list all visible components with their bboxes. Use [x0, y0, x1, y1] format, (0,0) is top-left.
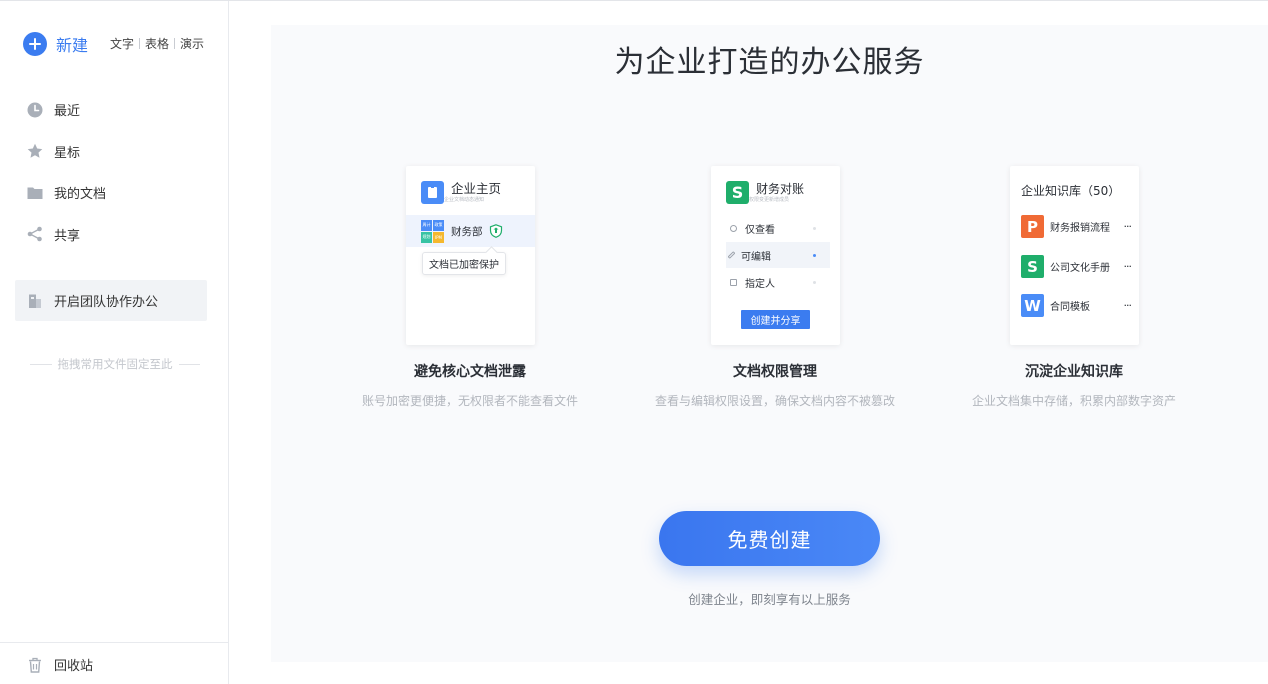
pin-drop-zone: 拖拽常用文件固定至此 — [30, 356, 200, 372]
feature-card-permissions: S 财务对账 权限变更新增成员 仅查看 可编辑 指定人 创建并分享 — [711, 166, 840, 345]
file-name: 公司文化手册 — [1050, 263, 1110, 274]
trash-icon — [27, 657, 43, 673]
department-row: 周计 政策 规划 IPM 财务部 — [406, 215, 535, 247]
radio-dot — [813, 226, 816, 230]
quick-create-sheet[interactable]: 表格 — [145, 35, 169, 52]
divider — [30, 363, 52, 365]
trash-label: 回收站 — [54, 659, 94, 674]
card-header: 企业主页 企业文档动态通知 — [421, 181, 501, 204]
create-and-share-button: 创建并分享 — [741, 310, 810, 329]
cta-subtitle: 创建企业，即刻享有以上服务 — [688, 592, 851, 607]
free-create-button[interactable]: 免费创建 — [659, 511, 880, 566]
knowledge-base-title: 企业知识库（50） — [1021, 184, 1121, 198]
sidebar-item-label: 共享 — [54, 228, 81, 244]
sidebar-nav: 最近 星标 我的文档 共享 — [15, 89, 207, 255]
main-panel: 为企业打造的办公服务 企业主页 企业文档动态通知 周计 政策 规划 IPM 财务… — [271, 25, 1268, 662]
sheet-logo-icon: S — [726, 181, 749, 204]
grid-cell: IPM — [433, 231, 444, 243]
team-label: 开启团队协作办公 — [54, 295, 159, 310]
more-icon: ··· — [1123, 299, 1132, 312]
sidebar-item-starred[interactable]: 星标 — [15, 131, 207, 173]
file-name: 合同模板 — [1050, 302, 1090, 313]
grid-cell: 周计 — [421, 219, 432, 231]
feature-title: 文档权限管理 — [733, 364, 817, 380]
permission-label: 仅查看 — [745, 224, 775, 236]
divider — [178, 363, 200, 365]
quick-create-slides[interactable]: 演示 — [180, 35, 204, 52]
card-title: 财务对账 — [756, 182, 805, 196]
enterprise-logo-icon — [421, 181, 444, 204]
sidebar-item-recent[interactable]: 最近 — [15, 89, 207, 131]
sheet-file-icon: S — [1021, 255, 1044, 278]
permission-view-only: 仅查看 — [726, 215, 830, 241]
sidebar-item-label: 星标 — [54, 145, 81, 161]
permission-specific-people: 指定人 — [726, 269, 830, 295]
feature-description: 账号加密更便捷，无权限者不能查看文件 — [361, 394, 578, 408]
divider — [174, 38, 176, 49]
permission-can-edit: 可编辑 — [726, 242, 830, 268]
radio-dot — [813, 280, 816, 284]
feature-title: 沉淀企业知识库 — [1025, 364, 1123, 380]
divider — [139, 38, 141, 49]
sidebar-item-trash[interactable]: 回收站 — [27, 655, 93, 674]
pin-hint-text: 拖拽常用文件固定至此 — [57, 357, 173, 371]
star-icon — [27, 143, 43, 159]
more-icon: ··· — [1123, 260, 1132, 273]
shield-icon — [489, 224, 502, 238]
grid-cell: 规划 — [421, 231, 432, 243]
sidebar-item-label: 我的文档 — [54, 187, 107, 203]
card-title: 企业主页 — [451, 181, 502, 196]
radio-dot — [813, 253, 816, 257]
list-item: P 财务报销流程 ··· — [1021, 215, 1132, 238]
grid-cell: 政策 — [433, 219, 444, 231]
start-team-collaboration[interactable]: 开启团队协作办公 — [15, 280, 207, 321]
feature-card-knowledge-base: 企业知识库（50） P 财务报销流程 ··· S 公司文化手册 ··· W 合同… — [1010, 166, 1139, 345]
card-header: S 财务对账 权限变更新增成员 — [726, 181, 804, 204]
clock-icon — [27, 102, 43, 118]
list-item: S 公司文化手册 ··· — [1021, 255, 1132, 278]
permission-label: 可编辑 — [741, 251, 771, 263]
eye-icon — [730, 224, 737, 232]
feature-description: 查看与编辑权限设置，确保文档内容不被篡改 — [654, 394, 895, 408]
feature-title: 避免核心文档泄露 — [414, 364, 526, 380]
new-document[interactable]: 新建 — [23, 32, 88, 56]
pencil-icon — [727, 251, 736, 259]
card-subtitle: 企业文档动态通知 — [444, 197, 485, 203]
quick-create-text[interactable]: 文字 — [110, 35, 134, 52]
page-title: 为企业打造的办公服务 — [614, 45, 925, 80]
document-file-icon: W — [1021, 294, 1044, 317]
presentation-file-icon: P — [1021, 215, 1044, 238]
permission-label: 指定人 — [745, 278, 775, 290]
plus-icon[interactable] — [23, 32, 47, 56]
sidebar-item-label: 最近 — [54, 104, 81, 120]
sidebar-item-my-docs[interactable]: 我的文档 — [15, 172, 207, 214]
department-grid-icon: 周计 政策 规划 IPM — [421, 219, 444, 243]
more-icon: ··· — [1123, 220, 1132, 233]
share-icon — [27, 226, 43, 242]
department-name: 财务部 — [451, 225, 483, 238]
card-subtitle: 权限变更新增成员 — [749, 197, 790, 203]
sidebar: 新建 文字 表格 演示 最近 星标 我的文档 共享 开启团队协作办公 拖拽常用文… — [0, 1, 229, 684]
sidebar-footer: 回收站 — [0, 642, 228, 684]
folder-icon — [27, 185, 43, 201]
encrypted-tooltip: 文档已加密保护 — [422, 252, 506, 275]
list-item: W 合同模板 ··· — [1021, 294, 1132, 317]
file-name: 财务报销流程 — [1050, 223, 1110, 234]
new-label[interactable]: 新建 — [56, 32, 88, 56]
quick-create: 文字 表格 演示 — [110, 35, 204, 52]
feature-card-encryption: 企业主页 企业文档动态通知 周计 政策 规划 IPM 财务部 文档已加密保护 — [406, 166, 535, 345]
sidebar-item-shared[interactable]: 共享 — [15, 214, 207, 256]
building-icon — [27, 293, 43, 309]
lock-icon — [730, 278, 737, 286]
feature-description: 企业文档集中存储，积累内部数字资产 — [971, 394, 1176, 408]
